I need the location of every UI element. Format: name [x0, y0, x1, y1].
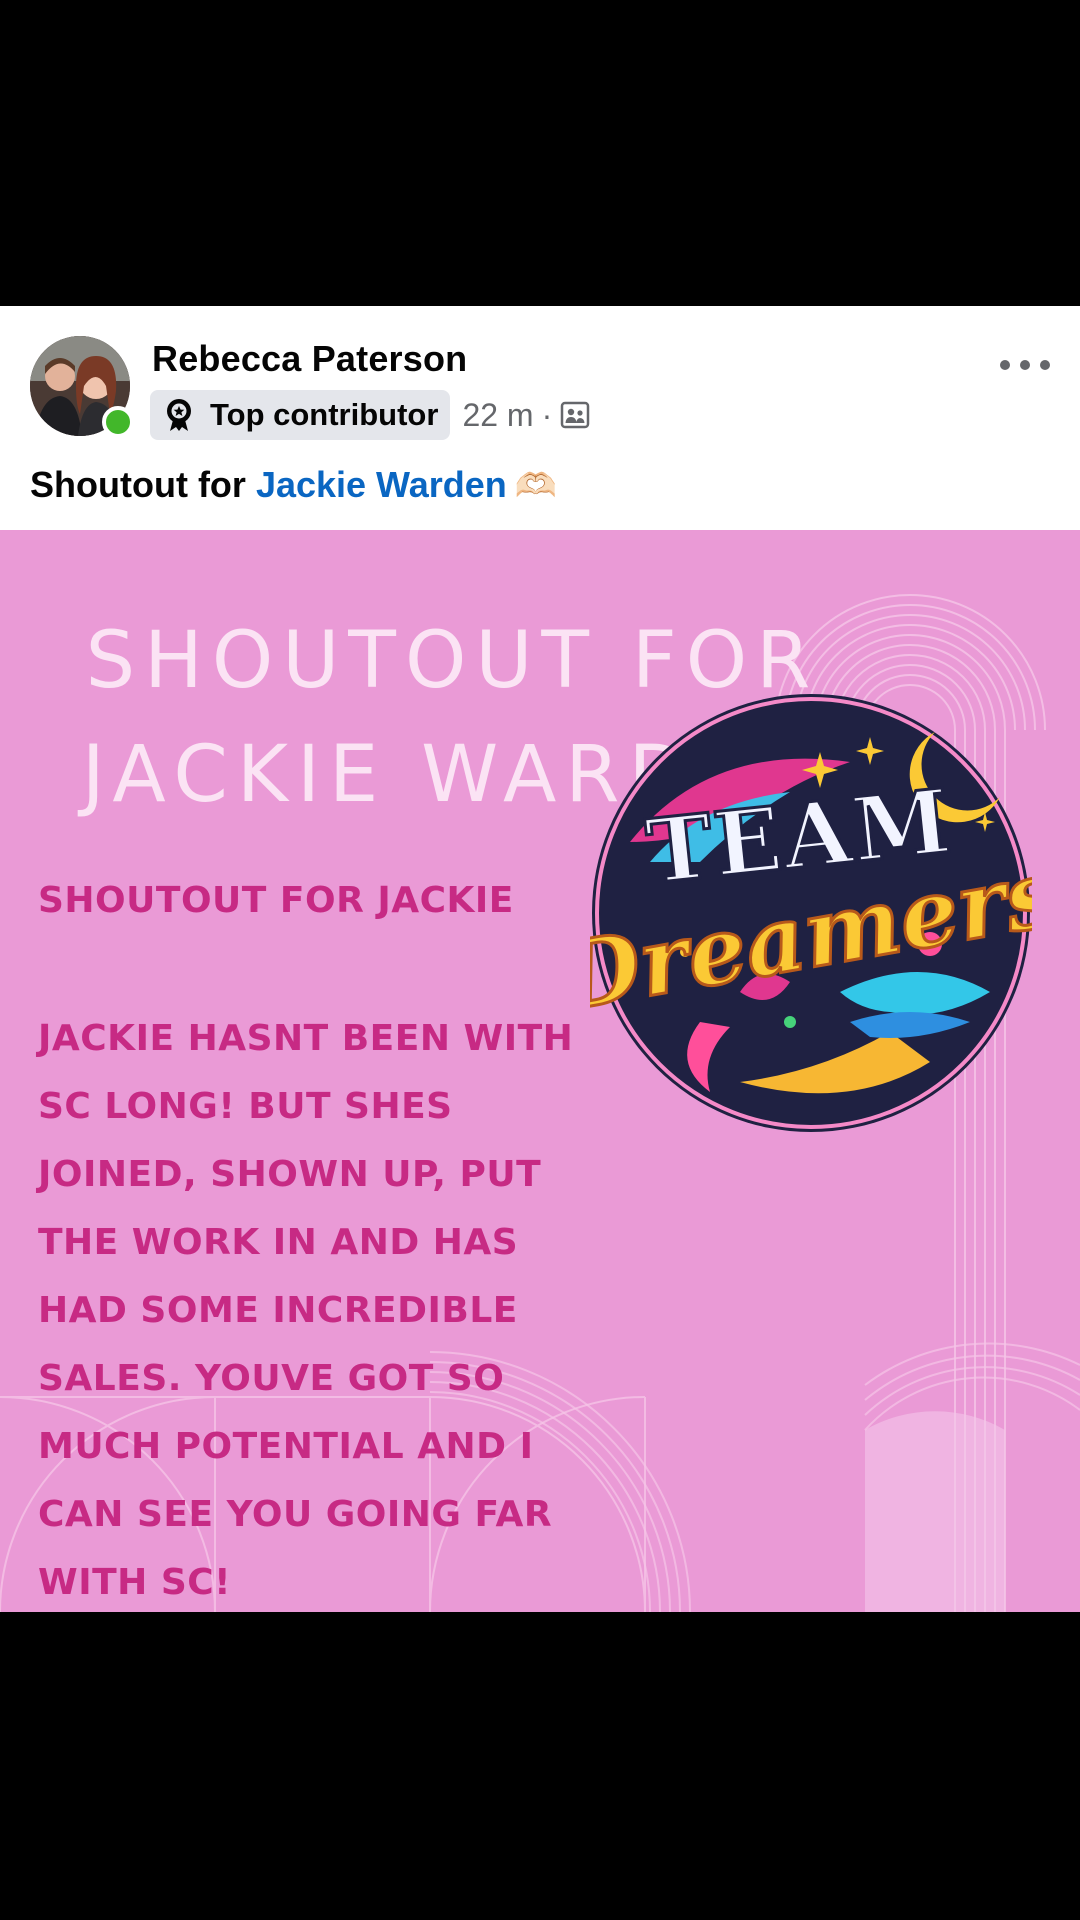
graphic-body-line: MUCH POTENTIAL AND I — [38, 1426, 534, 1467]
bottom-letterbox — [0, 1612, 1080, 1920]
online-status-dot — [102, 406, 134, 438]
group-icon[interactable] — [560, 400, 590, 430]
graphic-body-line: SALES. YOUVE GOT SO — [38, 1358, 505, 1399]
graphic-body-line: JACKIE HASNT BEEN WITH — [38, 1018, 574, 1059]
post-caption: Shoutout for Jackie Warden 🫶🏻 — [30, 464, 557, 506]
top-letterbox — [0, 0, 1080, 306]
meta-separator: · — [541, 396, 553, 433]
award-icon — [164, 398, 194, 432]
graphic-body-line: SC LONG! BUT SHES — [38, 1086, 453, 1127]
post-timestamp[interactable]: 22 m — [462, 397, 533, 434]
more-options-icon[interactable] — [1000, 350, 1050, 380]
graphic-body-line: CAN SEE YOU GOING FAR — [38, 1494, 553, 1535]
heart-hands-emoji: 🫶🏻 — [514, 467, 558, 505]
post-header: Rebecca Paterson Top contributor 22 m · — [0, 306, 1080, 530]
mention-link[interactable]: Jackie Warden — [256, 464, 507, 505]
graphic-body-line: WITH SC! — [38, 1562, 232, 1603]
badge-label: Top contributor — [210, 397, 439, 432]
caption-text: Shoutout for — [30, 464, 256, 505]
top-contributor-badge[interactable]: Top contributor — [150, 390, 451, 440]
graphic-body-line: JOINED, SHOWN UP, PUT — [38, 1154, 542, 1195]
author-name[interactable]: Rebecca Paterson — [152, 338, 467, 380]
graphic-body-line: THE WORK IN AND HAS — [38, 1222, 519, 1263]
author-avatar[interactable] — [30, 336, 134, 438]
post-meta: Top contributor 22 m · — [150, 390, 590, 440]
graphic-heading: SHOUTOUT FOR JACKIE — [38, 880, 514, 921]
graphic-body-line: HAD SOME INCREDIBLE — [38, 1290, 518, 1331]
team-dreamers-logo: TEAM Dreamers — [590, 694, 1032, 1132]
